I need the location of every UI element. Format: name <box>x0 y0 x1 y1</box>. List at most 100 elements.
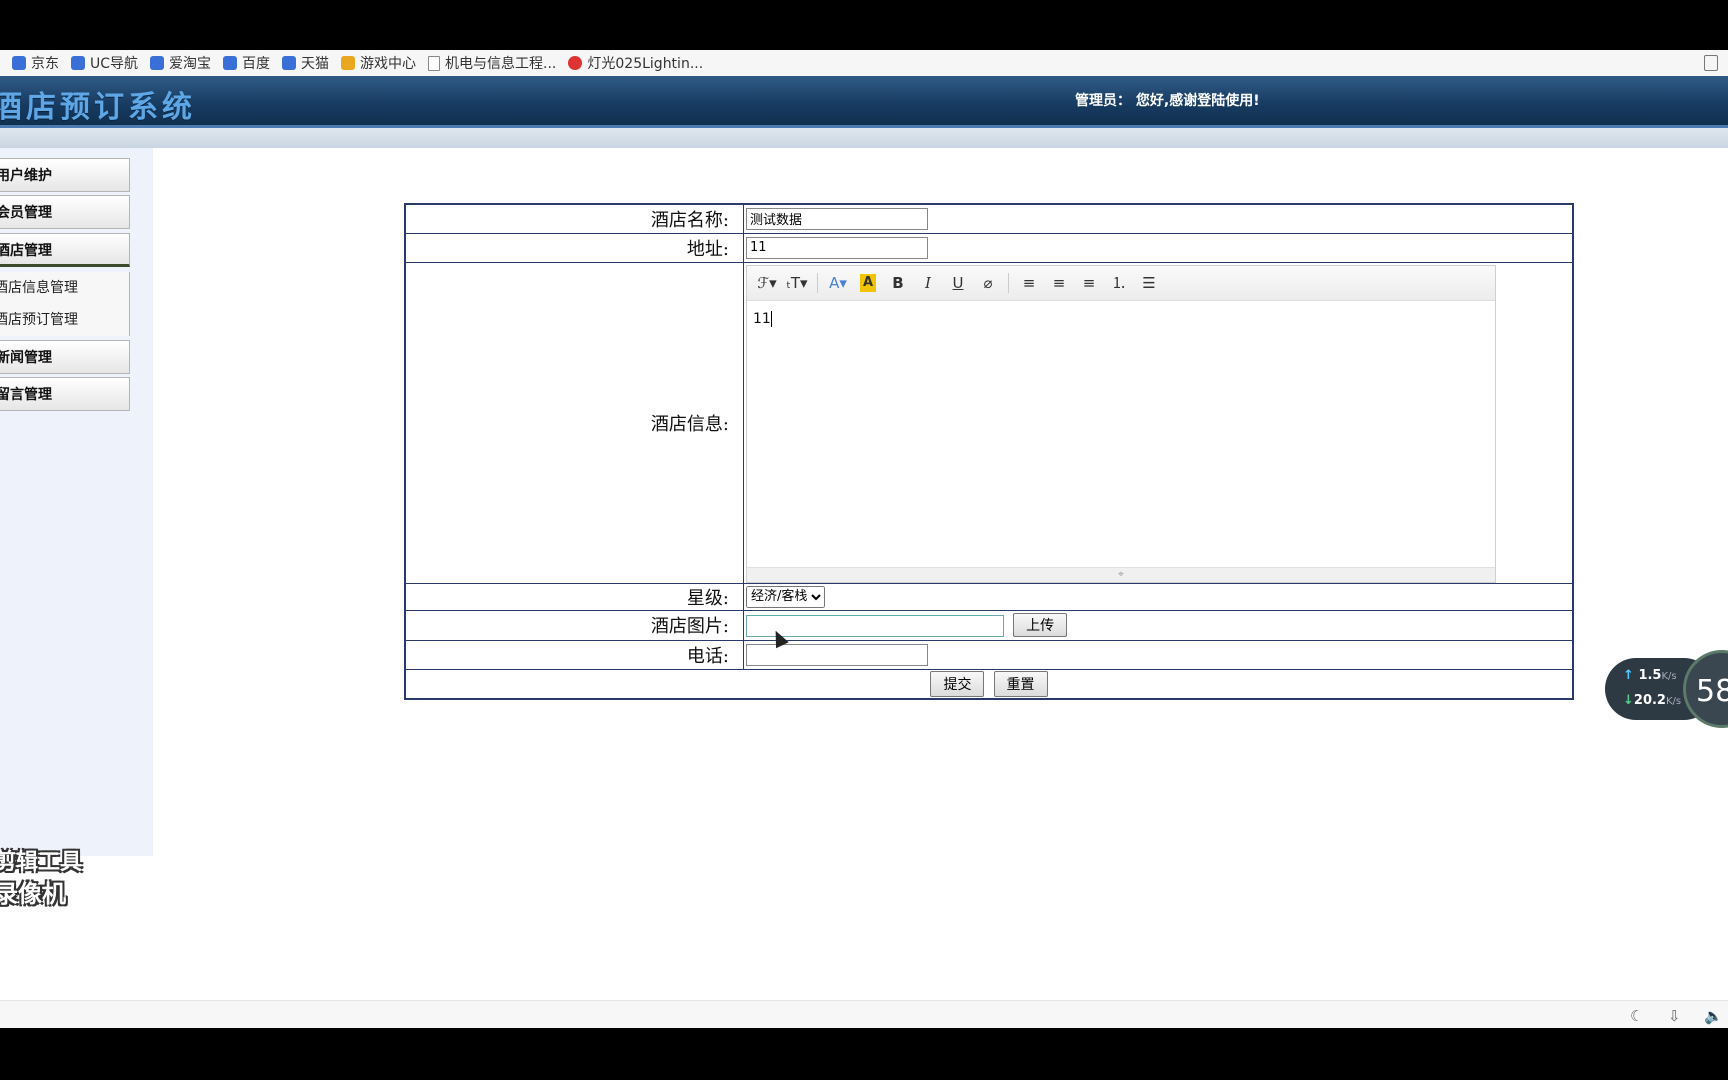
form-row-name: 酒店名称: <box>404 203 1574 234</box>
sidebar-section-label: 留言管理 <box>0 387 52 403</box>
bookmark-label: 游戏中心 <box>360 56 417 72</box>
sidebar-item-label: 酒店预订管理 <box>0 312 78 328</box>
rich-text-editor: ℱ▾ ₜT▾ A▾ A B I U ⌀ ≡ ≡ ≡ ⒈ ☰ 11 ⌖ <box>746 264 1496 583</box>
ie-icon <box>150 56 165 70</box>
form-row-actions: 提交 重置 <box>404 668 1574 700</box>
upload-speed-value: 1.5 <box>1638 668 1662 683</box>
form-cell <box>743 203 1574 234</box>
underline-icon[interactable]: U <box>946 271 970 295</box>
header-subbar <box>0 128 1728 148</box>
bookmark-label: 天猫 <box>301 56 330 72</box>
hotel-form: 酒店名称: 地址: 酒店信息: ℱ▾ ₜT▾ A▾ A B I <box>404 203 1574 700</box>
hotel-image-label: 酒店图片: <box>404 609 744 641</box>
sidebar-section-news[interactable]: 新闻管理 <box>0 340 130 374</box>
sidebar-section-label: 会员管理 <box>0 205 52 221</box>
align-center-icon[interactable]: ≡ <box>1047 271 1071 295</box>
bookmark-uc[interactable]: UC导航 <box>71 53 138 73</box>
ie-icon <box>12 56 26 70</box>
bookmark-label: 机电与信息工程... <box>445 56 557 72</box>
night-mode-icon[interactable]: ☾ <box>1630 1007 1643 1025</box>
toolbar-divider <box>817 272 818 293</box>
download-speed: ↓20.2K/s <box>1623 693 1681 708</box>
volume-icon[interactable]: 🔈 <box>1704 1007 1723 1025</box>
unordered-list-icon[interactable]: ☰ <box>1137 271 1161 295</box>
editor-text: 11 <box>753 310 771 327</box>
form-cell: ℱ▾ ₜT▾ A▾ A B I U ⌀ ≡ ≡ ≡ ⒈ ☰ 11 ⌖ <box>743 261 1574 584</box>
upload-button[interactable]: 上传 <box>1013 612 1068 637</box>
bookmark-label: UC导航 <box>90 56 139 72</box>
watermark-line1: 剪辑工具 <box>0 850 83 875</box>
bookmark-jidian[interactable]: 机电与信息工程... <box>428 53 556 73</box>
reading-mode-icon[interactable] <box>1704 55 1718 71</box>
red-logo-icon <box>568 56 583 70</box>
sidebar: 用户维护 会员管理 酒店管理 酒店信息管理 酒店预订管理 新闻管理 留言管理 <box>0 148 153 856</box>
star-select[interactable]: 经济/客栈 <box>746 585 825 608</box>
app-header: 酒店预订系统 管理员： 您好,感谢登陆使用! <box>0 76 1728 128</box>
speed-unit: K/s <box>1665 696 1682 707</box>
form-row-phone: 电话: <box>404 639 1574 670</box>
ie-icon <box>223 56 238 70</box>
reset-button[interactable]: 重置 <box>993 670 1048 697</box>
sidebar-section-label: 用户维护 <box>0 168 52 184</box>
bookmark-games[interactable]: 游戏中心 <box>341 53 416 73</box>
bookmark-aitaobao[interactable]: 爱淘宝 <box>150 53 211 73</box>
sidebar-section-message[interactable]: 留言管理 <box>0 377 130 411</box>
sidebar-section-label: 新闻管理 <box>0 350 52 366</box>
align-right-icon[interactable]: ≡ <box>1077 271 1101 295</box>
browser-status-bar: ☾ ⇩ 🔈 <box>0 1000 1728 1028</box>
toolbar-divider <box>1008 272 1009 293</box>
form-actions: 提交 重置 <box>404 668 1574 700</box>
bookmark-tmall[interactable]: 天猫 <box>282 53 329 73</box>
download-speed-value: 20.2 <box>1633 693 1666 708</box>
upload-arrow-icon: ↑ <box>1623 668 1634 683</box>
highlight-color-icon: A <box>860 273 876 292</box>
sidebar-section-label: 酒店管理 <box>0 243 52 259</box>
bookmark-label: 爱淘宝 <box>169 56 212 72</box>
upload-speed: ↑ 1.5K/s <box>1623 668 1677 683</box>
clear-format-icon[interactable]: ⌀ <box>976 271 1000 295</box>
screen: 京东 UC导航 爱淘宝 百度 天猫 游戏中心 机电与信息工程... 灯光025L… <box>0 50 1728 1028</box>
highlight-color-button[interactable]: A <box>856 271 880 295</box>
form-row-address: 地址: <box>404 232 1574 263</box>
sidebar-section-member[interactable]: 会员管理 <box>0 195 130 229</box>
hotel-name-input[interactable] <box>746 207 928 230</box>
welcome-text: 管理员： 您好,感谢登陆使用! <box>1075 93 1260 109</box>
ie-icon <box>282 56 297 70</box>
star-label: 星级: <box>404 582 744 611</box>
sidebar-item-hotel-booking[interactable]: 酒店预订管理 <box>0 304 130 336</box>
ordered-list-icon[interactable]: ⒈ <box>1107 271 1131 295</box>
sidebar-section-hotel[interactable]: 酒店管理 <box>0 233 130 267</box>
editor-toolbar: ℱ▾ ₜT▾ A▾ A B I U ⌀ ≡ ≡ ≡ ⒈ ☰ <box>747 265 1495 301</box>
bookmark-dengguang[interactable]: 灯光025Lightin... <box>568 53 703 73</box>
form-cell: 经济/客栈 <box>743 582 1574 611</box>
italic-icon[interactable]: I <box>916 271 940 295</box>
address-input[interactable] <box>746 236 928 259</box>
align-left-icon[interactable]: ≡ <box>1017 271 1041 295</box>
font-color-icon[interactable]: A▾ <box>826 271 850 295</box>
form-cell <box>743 232 1574 263</box>
form-row-info: 酒店信息: ℱ▾ ₜT▾ A▾ A B I U ⌀ ≡ ≡ ≡ ⒈ ☰ 11 ⌖ <box>404 261 1574 584</box>
app-title: 酒店预订系统 <box>0 90 196 125</box>
font-family-icon[interactable]: ℱ▾ <box>755 271 779 295</box>
bookmark-jd[interactable]: 京东 <box>12 53 59 73</box>
font-size-icon[interactable]: ₜT▾ <box>785 271 809 295</box>
form-cell: 上传 <box>743 609 1574 641</box>
game-icon <box>341 56 356 70</box>
network-speed-widget[interactable]: ↑ 1.5K/s ↓20.2K/s 58 <box>1605 650 1728 730</box>
download-icon[interactable]: ⇩ <box>1668 1007 1681 1025</box>
watermark-line2: 录像机 <box>0 880 66 908</box>
form-cell <box>743 639 1574 670</box>
sidebar-item-hotel-info[interactable]: 酒店信息管理 <box>0 272 130 304</box>
ie-icon <box>71 56 85 70</box>
download-arrow-icon: ↓ <box>1623 693 1634 708</box>
sidebar-section-user[interactable]: 用户维护 <box>0 158 130 192</box>
bookmark-baidu[interactable]: 百度 <box>223 53 270 73</box>
phone-input[interactable] <box>746 643 928 666</box>
editor-content[interactable]: 11 <box>747 301 1495 337</box>
bold-icon[interactable]: B <box>886 271 910 295</box>
speed-unit: K/s <box>1661 671 1677 682</box>
editor-resize-handle[interactable]: ⌖ <box>747 566 1495 582</box>
submit-button[interactable]: 提交 <box>930 670 985 697</box>
phone-label: 电话: <box>404 639 744 670</box>
bookmarks-bar: 京东 UC导航 爱淘宝 百度 天猫 游戏中心 机电与信息工程... 灯光025L… <box>0 50 1728 77</box>
